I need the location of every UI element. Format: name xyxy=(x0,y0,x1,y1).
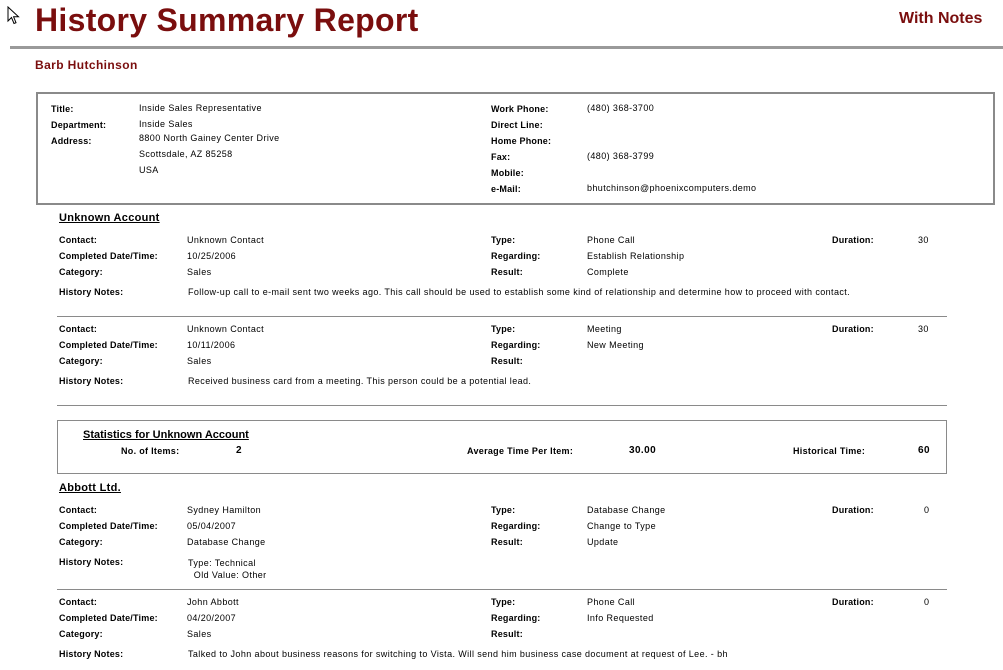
history-notes-value: Received business card from a meeting. T… xyxy=(188,376,532,386)
category-label: Category: xyxy=(59,267,103,277)
contact-value: Unknown Contact xyxy=(187,324,265,334)
type-value: Database Change xyxy=(587,505,666,515)
regarding-label: Regarding: xyxy=(491,251,541,261)
statistics-title: Statistics for Unknown Account xyxy=(83,429,249,441)
result-label: Result: xyxy=(491,356,523,366)
regarding-value: New Meeting xyxy=(587,340,644,350)
work-phone-value: (480) 368-3700 xyxy=(587,103,655,113)
regarding-label: Regarding: xyxy=(491,613,541,623)
type-value: Meeting xyxy=(587,324,622,334)
result-label: Result: xyxy=(491,537,523,547)
result-value: Update xyxy=(587,537,619,547)
completed-label: Completed Date/Time: xyxy=(59,613,158,623)
person-name: Barb Hutchinson xyxy=(35,58,138,72)
address-line: USA xyxy=(139,165,159,175)
completed-value: 10/11/2006 xyxy=(187,340,236,350)
type-label: Type: xyxy=(491,324,516,334)
type-value: Phone Call xyxy=(587,235,636,245)
type-label: Type: xyxy=(491,505,516,515)
result-label: Result: xyxy=(491,267,523,277)
history-notes-value: Type: Technical xyxy=(188,558,256,568)
department-value: Inside Sales xyxy=(139,119,193,129)
category-value: Database Change xyxy=(187,537,266,547)
category-label: Category: xyxy=(59,629,103,639)
completed-value: 10/25/2006 xyxy=(187,251,237,261)
duration-label: Duration: xyxy=(832,235,874,245)
history-notes-value: Old Value: Other xyxy=(188,570,267,580)
with-notes-label: With Notes xyxy=(899,10,983,27)
historical-time-value: 60 xyxy=(918,445,930,456)
address-label: Address: xyxy=(51,136,92,146)
regarding-value: Change to Type xyxy=(587,521,656,531)
type-value: Phone Call xyxy=(587,597,636,607)
duration-label: Duration: xyxy=(832,324,874,334)
average-time-value: 30.00 xyxy=(629,445,657,456)
contact-label: Contact: xyxy=(59,597,98,607)
entry-divider xyxy=(57,405,947,406)
history-notes-label: History Notes: xyxy=(59,649,124,659)
entry-divider xyxy=(57,316,947,317)
report-title: History Summary Report xyxy=(35,2,419,38)
entry-divider xyxy=(57,589,947,590)
work-phone-label: Work Phone: xyxy=(491,104,549,114)
category-label: Category: xyxy=(59,356,103,366)
address-line: Scottsdale, AZ 85258 xyxy=(139,149,233,159)
address-line: 8800 North Gainey Center Drive xyxy=(139,133,280,143)
items-count-value: 2 xyxy=(236,445,242,456)
regarding-label: Regarding: xyxy=(491,340,541,350)
history-notes-value: Talked to John about business reasons fo… xyxy=(188,649,728,659)
direct-line-label: Direct Line: xyxy=(491,120,543,130)
category-value: Sales xyxy=(187,267,212,277)
type-label: Type: xyxy=(491,597,516,607)
history-notes-label: History Notes: xyxy=(59,557,124,567)
duration-value: 30 xyxy=(918,235,929,245)
department-label: Department: xyxy=(51,120,107,130)
regarding-value: Establish Relationship xyxy=(587,251,685,261)
history-notes-label: History Notes: xyxy=(59,287,124,297)
duration-label: Duration: xyxy=(832,505,874,515)
result-value: Complete xyxy=(587,267,629,277)
header-divider xyxy=(10,46,1003,49)
completed-label: Completed Date/Time: xyxy=(59,340,158,350)
email-value: bhutchinson@phoenixcomputers.demo xyxy=(587,183,757,193)
regarding-label: Regarding: xyxy=(491,521,541,531)
account-name: Abbott Ltd. xyxy=(59,482,121,494)
home-phone-label: Home Phone: xyxy=(491,136,552,146)
contact-value: Sydney Hamilton xyxy=(187,505,262,515)
title-label: Title: xyxy=(51,104,74,114)
duration-value: 30 xyxy=(918,324,929,334)
email-label: e-Mail: xyxy=(491,184,521,194)
category-value: Sales xyxy=(187,356,212,366)
average-time-label: Average Time Per Item: xyxy=(467,446,574,456)
fax-value: (480) 368-3799 xyxy=(587,151,655,161)
category-value: Sales xyxy=(187,629,212,639)
historical-time-label: Historical Time: xyxy=(793,446,866,456)
category-label: Category: xyxy=(59,537,103,547)
contact-label: Contact: xyxy=(59,324,98,334)
contact-label: Contact: xyxy=(59,235,98,245)
account-name: Unknown Account xyxy=(59,212,160,224)
duration-value: 0 xyxy=(924,505,930,515)
type-label: Type: xyxy=(491,235,516,245)
mobile-label: Mobile: xyxy=(491,168,524,178)
regarding-value: Info Requested xyxy=(587,613,654,623)
completed-value: 05/04/2007 xyxy=(187,521,237,531)
result-label: Result: xyxy=(491,629,523,639)
history-notes-value: Follow-up call to e-mail sent two weeks … xyxy=(188,287,851,297)
contact-label: Contact: xyxy=(59,505,98,515)
contact-value: John Abbott xyxy=(187,597,239,607)
completed-label: Completed Date/Time: xyxy=(59,251,158,261)
duration-label: Duration: xyxy=(832,597,874,607)
contact-value: Unknown Contact xyxy=(187,235,265,245)
duration-value: 0 xyxy=(924,597,930,607)
completed-label: Completed Date/Time: xyxy=(59,521,158,531)
items-count-label: No. of Items: xyxy=(121,446,180,456)
completed-value: 04/20/2007 xyxy=(187,613,237,623)
history-notes-label: History Notes: xyxy=(59,376,124,386)
mouse-pointer-icon xyxy=(7,6,20,25)
fax-label: Fax: xyxy=(491,152,511,162)
title-value: Inside Sales Representative xyxy=(139,103,262,113)
